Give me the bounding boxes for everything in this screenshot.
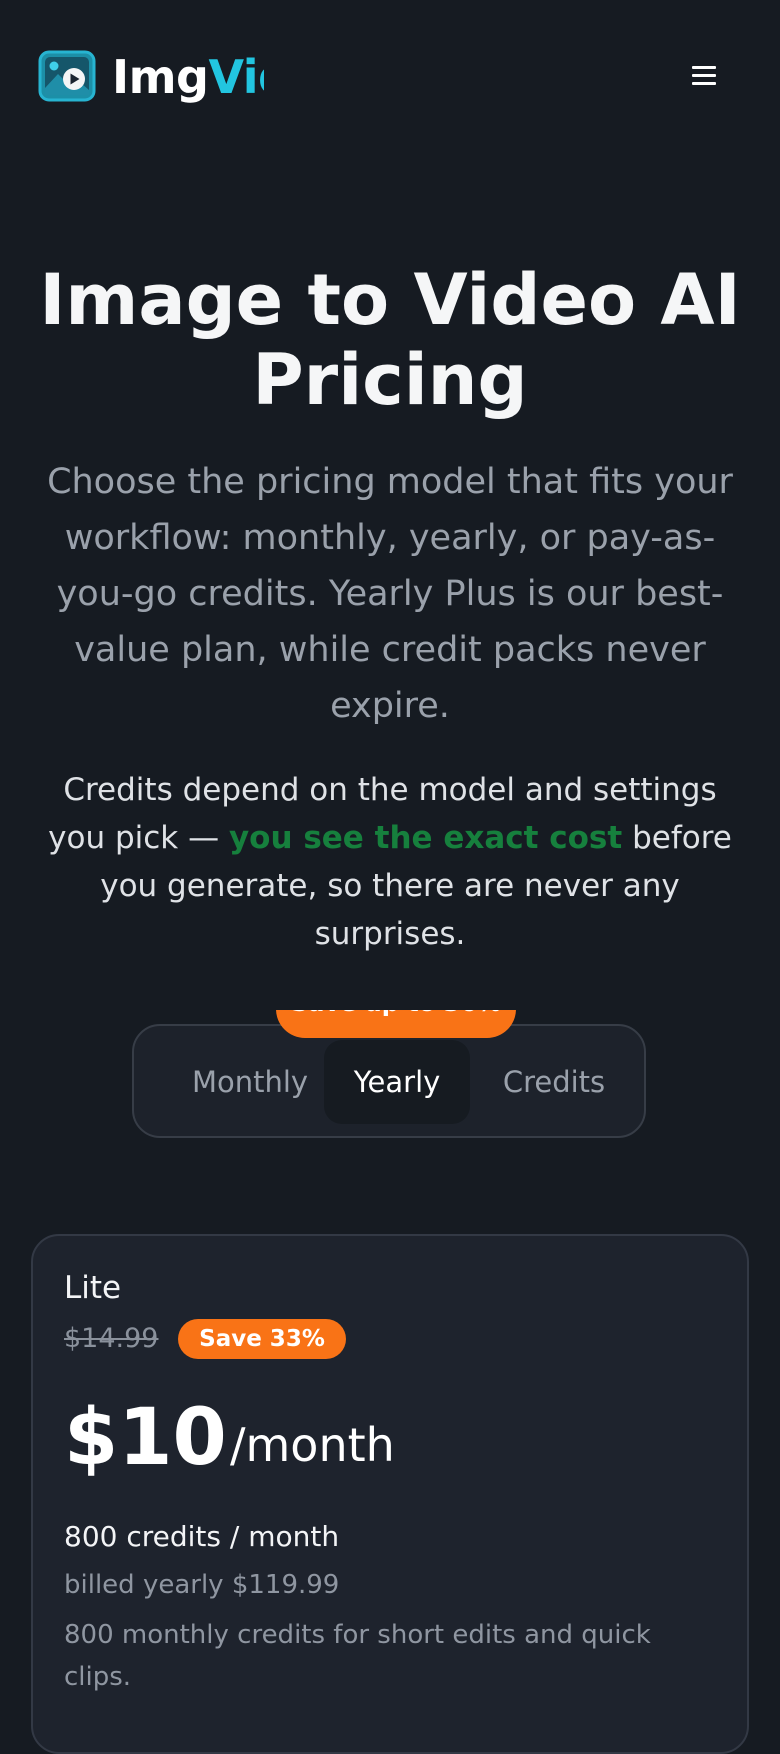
toggle-credits[interactable]: Credits: [480, 1040, 628, 1124]
menu-line: [692, 82, 716, 85]
plan-original-price: $14.99: [64, 1323, 159, 1354]
billing-toggle: Monthly Yearly Credits: [132, 1024, 646, 1138]
brand-logo-text[interactable]: ImgVid: [112, 46, 264, 108]
image-video-play-icon[interactable]: [38, 50, 96, 102]
menu-line: [692, 66, 716, 69]
page-subtitle: Choose the pricing model that fits your …: [47, 462, 733, 726]
credits-note: Credits depend on the model and settings…: [30, 766, 750, 958]
hamburger-menu-icon[interactable]: [680, 52, 728, 100]
brand-name-part1: Img: [112, 50, 209, 104]
plan-description: 800 monthly credits for short edits and …: [64, 1620, 651, 1692]
menu-line: [692, 74, 716, 77]
brand-name-part2: Vid: [208, 50, 264, 104]
toggle-yearly[interactable]: Yearly: [324, 1040, 470, 1124]
plan-save-badge: Save 33%: [178, 1319, 346, 1359]
credits-note-highlight: you see the exact cost: [228, 820, 623, 856]
site-header: ImgVid: [0, 0, 780, 150]
toggle-monthly[interactable]: Monthly: [158, 1040, 342, 1124]
plan-price: $10: [64, 1393, 227, 1483]
plan-billing: billed yearly $119.99: [64, 1570, 340, 1600]
plan-name: Lite: [64, 1270, 122, 1306]
save-badge: Save up to 36%: [276, 1010, 516, 1038]
plan-credits: 800 credits / month: [64, 1520, 340, 1553]
plan-period: /month: [230, 1418, 395, 1472]
save-badge-container: Save up to 36%: [276, 1010, 516, 1038]
page-title: Image to Video AI Pricing: [39, 259, 741, 421]
